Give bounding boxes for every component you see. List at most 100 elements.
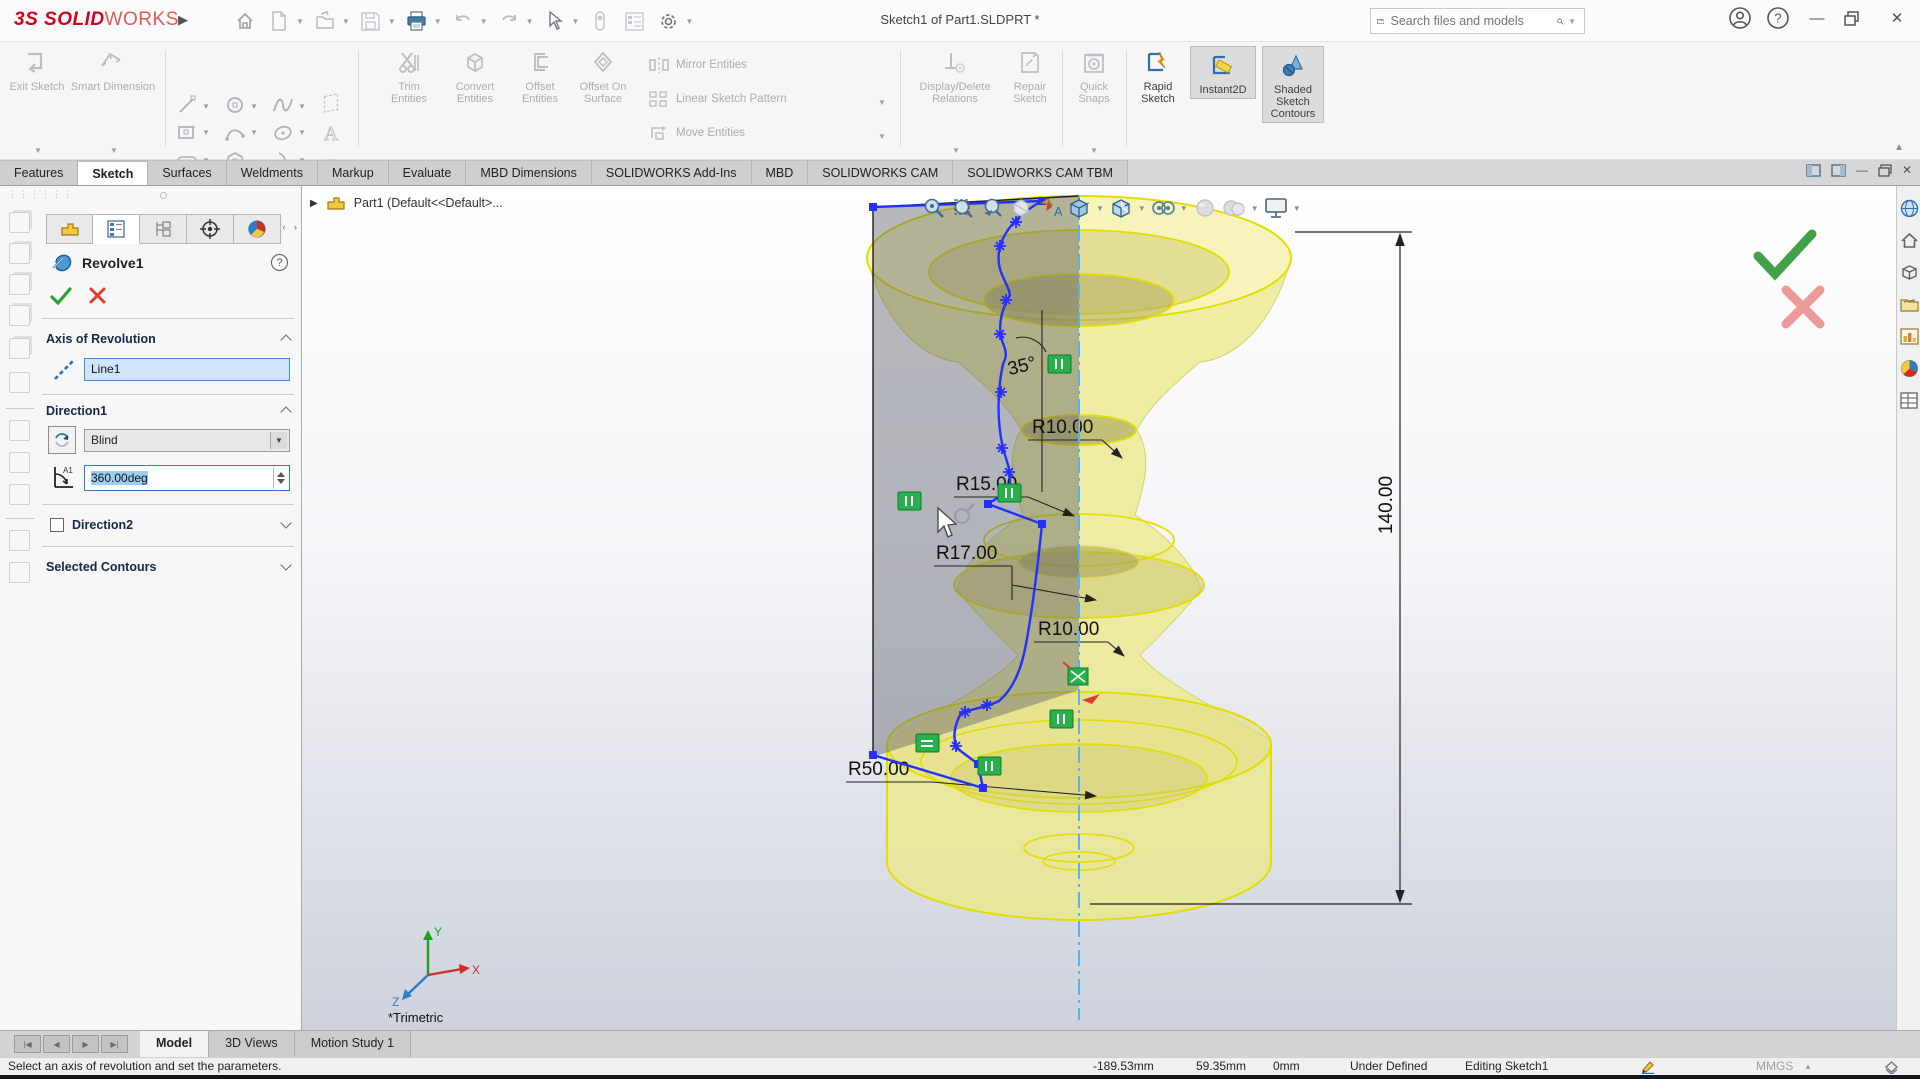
new-document-dropdown[interactable]: ▼ [296,17,304,26]
reverse-direction-button[interactable] [48,426,76,454]
tags-icon[interactable] [1884,1060,1899,1074]
display-pane-icon[interactable] [619,6,649,36]
direction2-header[interactable]: Direction2 [72,518,133,532]
display-delete-relations-button[interactable]: Display/Delete Relations [912,48,998,105]
tab-3d-views[interactable]: 3D Views [209,1031,295,1057]
end-condition-caret[interactable]: ▼ [270,432,287,449]
print-dropdown[interactable]: ▼ [434,17,442,26]
tab-dimxpert-manager[interactable] [187,214,234,244]
redo-icon[interactable] [494,6,524,36]
units-caret[interactable]: ▲ [1804,1062,1812,1071]
help-icon[interactable]: ? [1766,6,1790,30]
apply-scene-icon[interactable] [1222,196,1246,220]
settings-dropdown[interactable]: ▼ [685,17,693,26]
exit-sketch-dropdown[interactable]: ▼ [34,146,42,155]
appearances-scenes-icon[interactable] [1899,358,1919,378]
quick-snaps-button[interactable]: Quick Snaps [1068,48,1120,105]
home-icon[interactable] [230,6,260,36]
manager-tab-scroll-arrows[interactable]: ‹ › [283,222,301,232]
panel-pin-dot[interactable] [160,192,167,199]
tab-scroll-next-button[interactable]: ▶ [72,1035,99,1053]
zoom-to-fit-icon[interactable] [922,196,946,220]
feature-breadcrumb[interactable]: ▶ Part1 (Default<<Default>... [310,194,503,212]
open-document-icon[interactable] [310,6,340,36]
settings-gear-icon[interactable] [653,6,683,36]
arc-dropdown[interactable]: ▼ [250,128,258,137]
section-view-icon[interactable] [1009,196,1033,220]
rectangle-icon[interactable] [176,122,198,144]
doc-restore-icon[interactable] [1878,163,1892,177]
move-entities-button[interactable]: Move Entities [648,124,745,142]
dynamic-annotation-views-icon[interactable]: A [1038,196,1062,220]
view-settings-dropdown[interactable]: ▼ [1293,204,1301,213]
tab-sketch[interactable]: Sketch [78,160,149,185]
spline-dropdown[interactable]: ▼ [298,102,306,111]
design-library-icon[interactable] [1899,262,1919,282]
plane-icon[interactable] [320,92,342,114]
direction2-expand-chevron[interactable] [280,517,292,529]
open-dropdown[interactable]: ▼ [342,17,350,26]
zoom-to-area-icon[interactable] [951,196,975,220]
tab-model[interactable]: Model [140,1031,210,1057]
graphics-area[interactable]: 140.00 R10.00 R15.00 R17.00 R10.00 R50.0… [302,186,1896,1030]
selected-contours-header[interactable]: Selected Contours [46,560,156,574]
touch-mode-icon[interactable] [585,6,615,36]
tab-configuration-manager[interactable] [140,214,187,244]
doc-close-icon[interactable]: ✕ [1902,163,1912,177]
tab-solidworks-cam[interactable]: SOLIDWORKS CAM [808,160,954,185]
save-dropdown[interactable]: ▼ [388,17,396,26]
new-document-icon[interactable] [264,6,294,36]
shaded-sketch-contours-button[interactable]: Shaded Sketch Contours [1262,46,1324,123]
tab-surfaces[interactable]: Surfaces [148,160,227,185]
undo-icon[interactable] [448,6,478,36]
select-dropdown[interactable]: ▼ [572,17,580,26]
previous-view-icon[interactable] [980,196,1004,220]
rapid-sketch-button[interactable]: Rapid Sketch [1132,48,1184,105]
mirror-entities-button[interactable]: Mirror Entities [648,56,747,74]
custom-properties-icon[interactable] [1899,390,1919,410]
ellipse-icon[interactable] [272,122,294,144]
tab-solidworks-add-ins[interactable]: SOLIDWORKS Add-Ins [591,160,752,185]
undo-dropdown[interactable]: ▼ [480,17,488,26]
confirm-ok-button[interactable] [1753,229,1817,281]
view-orientation-dropdown[interactable]: ▼ [1096,204,1104,213]
hide-show-dropdown[interactable]: ▼ [1180,204,1188,213]
ellipse-dropdown[interactable]: ▼ [298,128,306,137]
tree-expand-arrow[interactable]: ▶ [310,198,318,209]
selected-contours-expand-chevron[interactable] [280,559,292,571]
smart-dimension-dropdown[interactable]: ▼ [110,146,118,155]
tab-feature-manager[interactable] [46,214,93,244]
units-selector[interactable]: MMGS [1756,1059,1793,1073]
repair-sketch-button[interactable]: Repair Sketch [1002,48,1058,105]
line-dropdown[interactable]: ▼ [202,102,210,111]
tab-solidworks-cam-tbm[interactable]: SOLIDWORKS CAM TBM [953,160,1128,185]
tab-scroll-last-button[interactable]: ▶| [101,1035,128,1053]
display-delete-dropdown[interactable]: ▼ [952,146,960,155]
trim-entities-button[interactable]: Trim Entities [380,48,438,105]
restore-button[interactable] [1844,10,1870,26]
tab-motion-study-1[interactable]: Motion Study 1 [294,1031,412,1057]
display-style-dropdown[interactable]: ▼ [1138,204,1146,213]
tab-scroll-first-button[interactable]: |◀ [14,1035,41,1053]
tab-weldments[interactable]: Weldments [226,160,318,185]
ribbon-collapse-chevron[interactable]: ▲ [1894,142,1904,153]
close-button[interactable]: ✕ [1884,9,1910,27]
home-resources-icon[interactable] [1899,230,1919,250]
3dexperience-globe-icon[interactable] [1899,198,1919,218]
angle-spinner[interactable] [273,467,288,489]
search-dropdown[interactable]: ▼ [1568,17,1576,26]
pm-help-icon[interactable]: ? [271,254,288,271]
direction1-header[interactable]: Direction1 [46,404,107,418]
file-explorer-icon[interactable] [1899,294,1919,314]
display-style-icon[interactable] [1109,196,1133,220]
tab-features[interactable]: Features [0,160,79,185]
redo-dropdown[interactable]: ▼ [526,17,534,26]
revolve-angle-field[interactable]: 360.00deg [84,465,290,491]
print-icon[interactable] [402,6,432,36]
tab-display-manager[interactable] [234,214,281,244]
axis-of-revolution-header[interactable]: Axis of Revolution [46,332,156,346]
doc-minimize-icon[interactable]: — [1856,163,1868,177]
view-palette-icon[interactable] [1899,326,1919,346]
smart-dimension-button[interactable]: Smart Dimension [70,48,156,93]
axis-section-collapse-chevron[interactable] [280,334,292,346]
